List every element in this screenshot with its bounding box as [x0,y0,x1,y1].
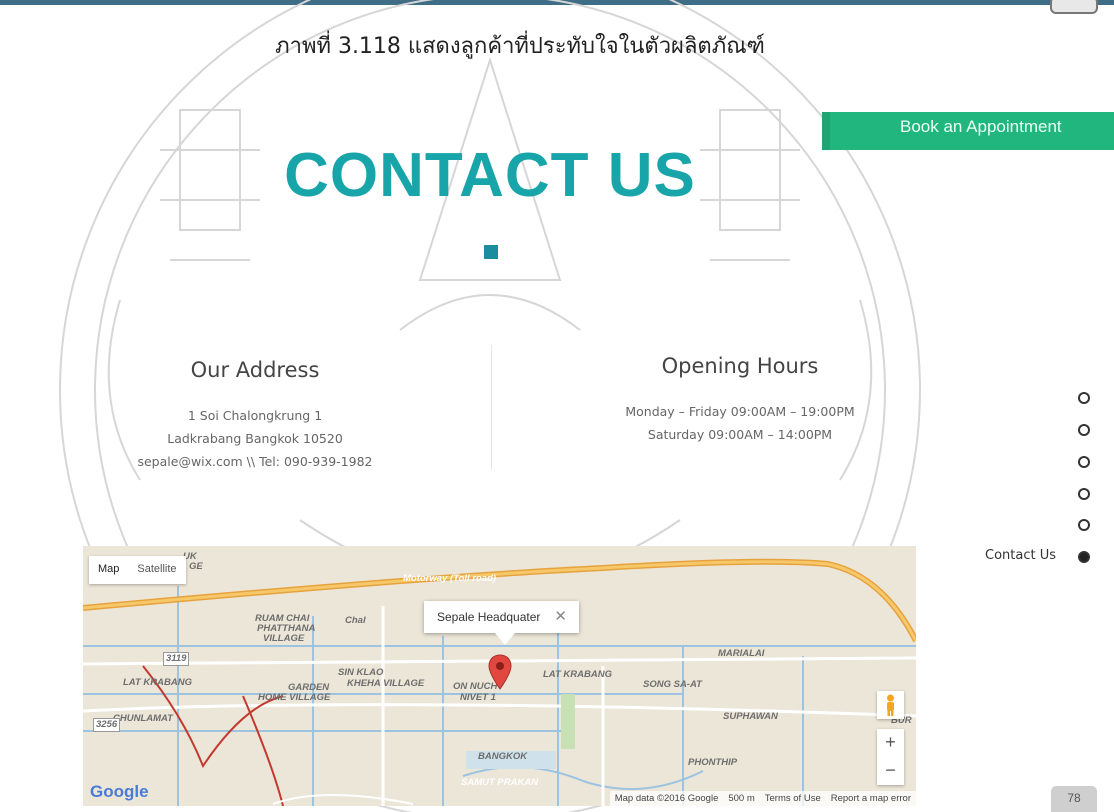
map-label-nivet: NIVET 1 [460,692,496,703]
book-appointment-label: Book an Appointment [900,117,1062,136]
zoom-control[interactable]: + − [877,729,904,785]
page-title: CONTACT US [284,141,696,210]
map-scale: 500 m [728,793,755,804]
info-window-title: Sepale Headquater [437,610,541,624]
map-label-samut-prakan: SAMUT PRAKAN [461,777,539,788]
map-info-window[interactable]: Sepale Headquater ✕ [424,601,579,633]
title-accent [484,245,498,259]
map-label-kheha: KHEHA VILLAGE [347,678,425,689]
page-number: 78 [1051,786,1097,812]
map-label-bangkok: BANGKOK [478,751,528,762]
street-view-pegman-icon[interactable] [877,691,904,719]
map-label-motorway: Motorway (Toll road) [403,573,497,584]
address-contact: sepale@wix.com \\ Tel: 090-939-1982 [137,454,373,469]
map-terms-link[interactable]: Terms of Use [765,793,821,804]
address-block: 1 Soi Chalongkrung 1 Ladkrabang Bangkok … [110,404,400,473]
pegman-glyph-icon [887,694,894,716]
map-label-lat-krabang-w: LAT KRABANG [123,677,192,688]
map-label-chal: Chal [345,615,366,626]
nav-dot-1[interactable] [1078,392,1090,404]
map-data-attribution: Map data ©2016 Google [614,793,719,804]
map-label-route-3256: 3256 [93,718,121,732]
map-type-map-button[interactable]: Map [89,556,128,584]
address-line-1: 1 Soi Chalongkrung 1 [187,408,323,423]
zoom-in-button[interactable]: + [877,729,904,757]
figure-caption: ภาพที่ 3.118 แสดงลูกค้าที่ประทับใจในตัวผ… [275,34,765,59]
map-label-village: VILLAGE [263,633,305,644]
hours-saturday: Saturday 09:00AM – 14:00PM [647,427,833,442]
corner-button[interactable] [1050,0,1098,14]
nav-dot-4[interactable] [1078,488,1090,500]
info-window-close-button[interactable]: ✕ [554,607,567,625]
map-footer: Map data ©2016 Google 500 m Terms of Use… [609,791,916,806]
map-label-ge: GE [189,561,203,572]
address-line-2: Ladkrabang Bangkok 10520 [167,431,343,446]
zoom-out-button[interactable]: − [877,757,904,785]
map-label-lat-krabang-e: LAT KRABANG [543,669,612,680]
map-label-sin-klao: SIN KLAO [338,667,384,678]
map-type-control[interactable]: Map Satellite [89,556,186,584]
map-label-marialai: MARIALAI [718,648,765,659]
map-label-suphawan: SUPHAWAN [723,711,778,722]
top-bar [0,0,1114,5]
map-label-chunlamat: CHUNLAMAT [113,713,173,724]
nav-dot-3[interactable] [1078,456,1090,468]
nav-dot-5[interactable] [1078,519,1090,531]
map-marker-icon[interactable] [488,654,512,690]
address-heading: Our Address [190,358,320,382]
map-label-phonthip: PHONTHIP [688,757,738,768]
nav-dot-2[interactable] [1078,424,1090,436]
info-window-tail [495,633,515,645]
map-report-link[interactable]: Report a map error [831,793,911,804]
map-type-satellite-button[interactable]: Satellite [128,556,185,584]
map-label-route-3119: 3119 [163,652,190,666]
book-appointment-button[interactable]: Book an Appointment [822,112,1114,150]
nav-dot-contact[interactable] [1078,551,1090,563]
google-logo: Google [90,782,149,801]
map-embed[interactable]: Motorway (Toll road) LAT KRABANG LAT KRA… [83,546,916,806]
column-divider [491,345,492,470]
map-label-home-village: HOME VILLAGE [258,692,331,703]
hours-weekdays: Monday – Friday 09:00AM – 19:00PM [625,404,855,419]
hours-heading: Opening Hours [661,354,819,378]
nav-label-contact[interactable]: Contact Us [985,548,1056,563]
hours-block: Monday – Friday 09:00AM – 19:00PM Saturd… [590,400,890,446]
map-label-song-sa-at: SONG SA-AT [643,679,702,690]
